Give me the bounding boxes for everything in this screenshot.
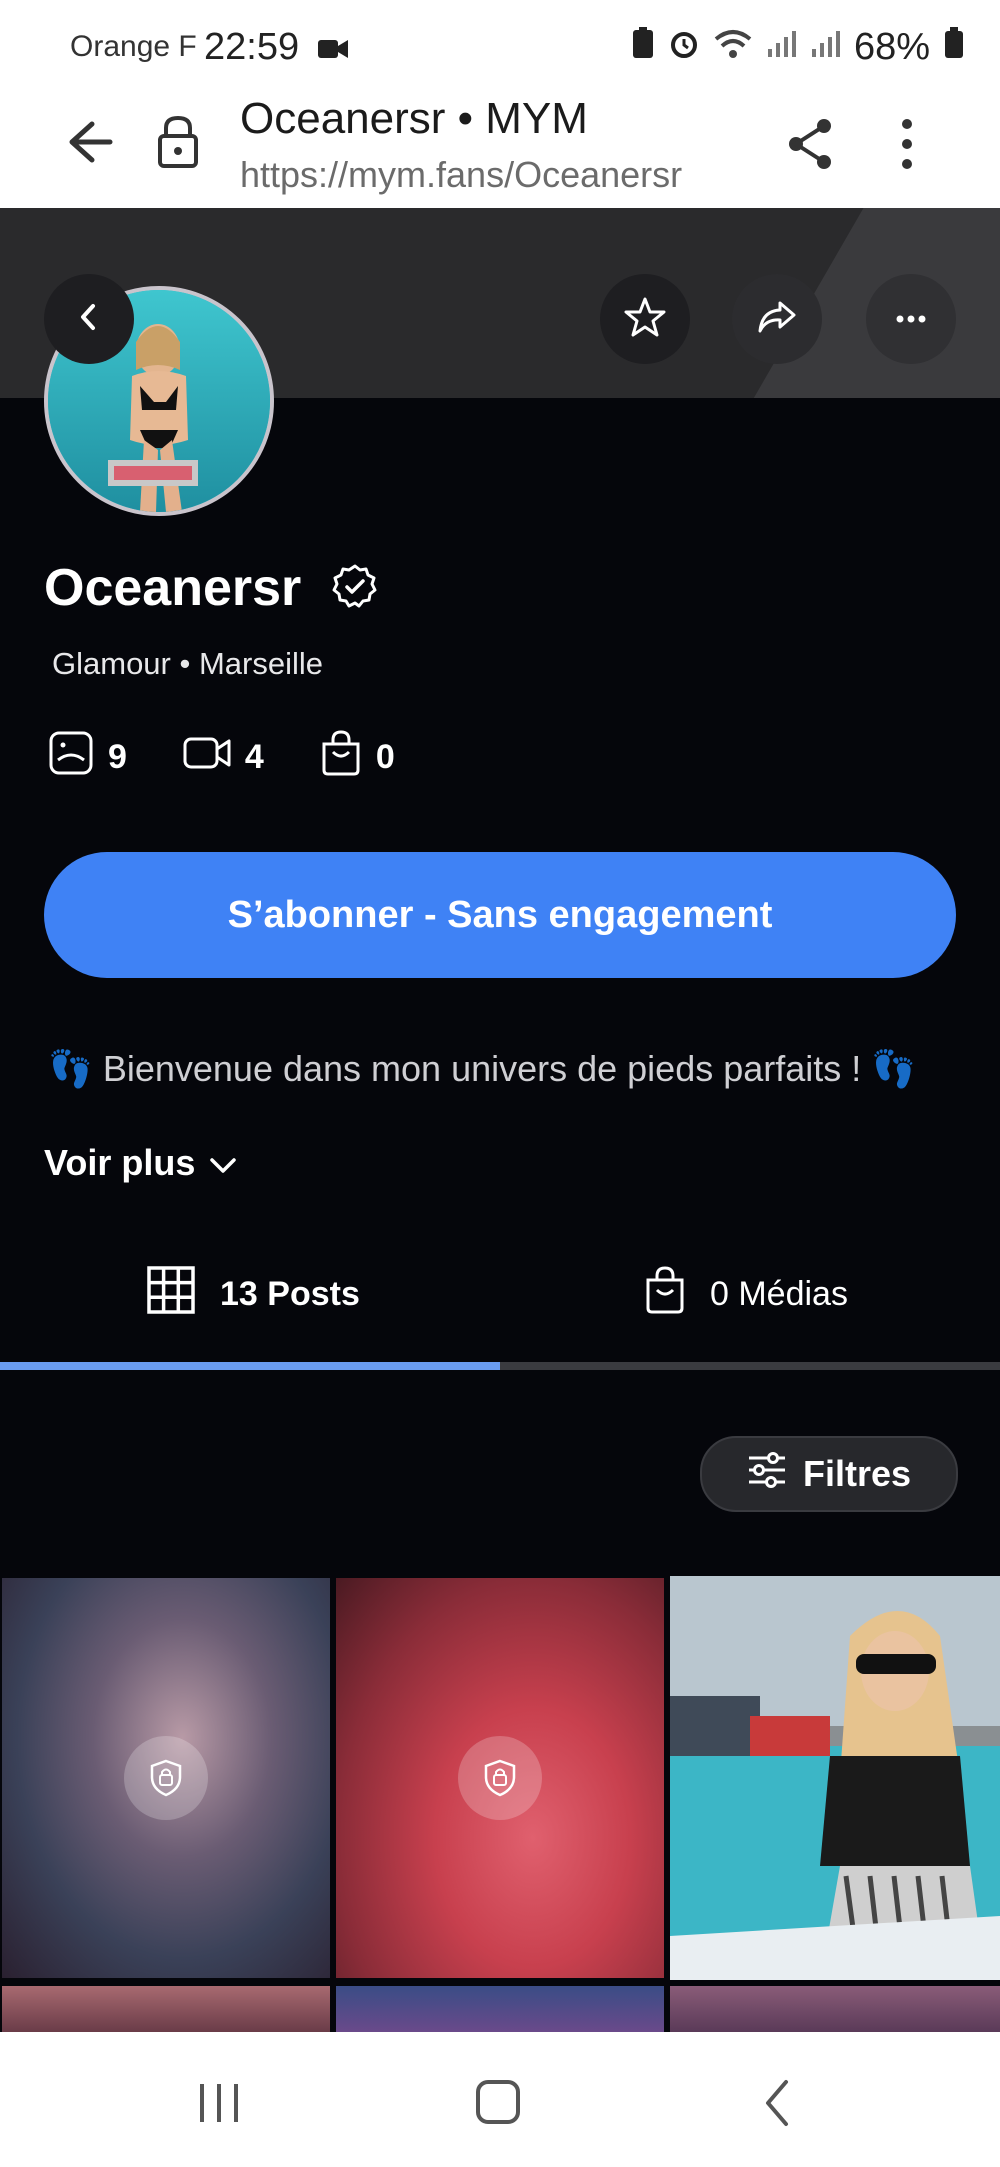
battery-saver-icon [632, 26, 654, 69]
lock-icon[interactable] [156, 114, 200, 175]
share-button[interactable] [732, 274, 822, 364]
tab-media[interactable]: 0 Médias [644, 1230, 848, 1358]
verified-badge-icon [332, 564, 378, 615]
content-tabs: 13 Posts 0 Médias [0, 1230, 1000, 1366]
status-icons: 68% [632, 26, 964, 69]
lock-badge [124, 1736, 208, 1820]
post-thumbnail-locked[interactable] [2, 1986, 330, 2032]
favorite-button[interactable] [600, 274, 690, 364]
profile-name: Oceanersr [44, 559, 302, 617]
chevron-down-icon [209, 1142, 237, 1184]
tab-media-label: 0 Médias [710, 1274, 848, 1313]
recent-apps-icon[interactable] [196, 2080, 242, 2131]
chevron-left-icon [77, 302, 101, 337]
page-title[interactable]: Oceanersr • MYM [240, 94, 588, 144]
photos-stat: 9 [48, 730, 127, 785]
signal-icon-2 [810, 26, 840, 69]
shopping-bag-icon [644, 1265, 686, 1323]
photo-icon [48, 730, 94, 785]
videos-count: 4 [244, 738, 264, 776]
battery-icon [944, 26, 964, 69]
browser-toolbar: Oceanersr • MYM https://mym.fans/Oceaner… [0, 86, 1000, 209]
more-vertical-icon[interactable] [900, 116, 914, 177]
profile-stats: 9 4 0 [48, 730, 451, 785]
profile-category: Glamour • Marseille [52, 646, 323, 681]
status-bar: Orange F 22:59 68% [0, 0, 1000, 86]
subscribe-button[interactable]: S’abonner - Sans engagement [44, 852, 956, 978]
share-icon[interactable] [786, 118, 836, 175]
post-thumbnail-locked[interactable] [670, 1986, 1000, 2032]
clock: 22:59 [204, 26, 300, 68]
video-icon [183, 735, 231, 780]
signal-icon [766, 26, 796, 69]
post-thumbnail-locked[interactable] [336, 1578, 664, 1978]
sliders-icon [747, 1451, 787, 1497]
system-navigation-bar [0, 2032, 1000, 2167]
profile-bio: 👣 Bienvenue dans mon univers de pieds pa… [48, 1048, 917, 1089]
more-options-button[interactable] [866, 274, 956, 364]
videos-stat: 4 [183, 730, 264, 785]
alarm-icon [668, 26, 700, 69]
tab-posts-label: 13 Posts [220, 1274, 360, 1313]
shop-stat: 0 [320, 730, 395, 785]
photos-count: 9 [108, 738, 127, 776]
post-thumbnail[interactable] [670, 1576, 1000, 1980]
carrier-label: Orange F [70, 30, 197, 63]
see-more-label: Voir plus [44, 1142, 196, 1183]
wifi-icon [714, 26, 752, 69]
post-thumbnail-locked[interactable] [2, 1578, 330, 1978]
tab-indicator [0, 1362, 500, 1370]
shop-count: 0 [375, 738, 395, 776]
see-more-button[interactable]: Voir plus [44, 1142, 237, 1184]
back-nav-icon[interactable] [762, 2078, 792, 2133]
filters-button[interactable]: Filtres [700, 1436, 958, 1512]
tab-posts[interactable]: 13 Posts [146, 1230, 360, 1358]
home-icon[interactable] [474, 2078, 522, 2131]
more-horizontal-icon [896, 310, 926, 328]
filters-label: Filtres [802, 1453, 912, 1494]
lock-badge [458, 1736, 542, 1820]
back-button[interactable] [44, 274, 134, 364]
video-recording-icon [318, 38, 348, 65]
post-thumbnail-locked[interactable] [336, 1986, 664, 2032]
grid-icon [146, 1265, 196, 1324]
forward-icon [756, 299, 798, 340]
tab-indicator-track [0, 1362, 1000, 1370]
arrow-left-icon[interactable] [62, 116, 114, 173]
star-icon [624, 296, 666, 343]
url-field[interactable]: https://mym.fans/Oceanersr [240, 154, 682, 196]
shopping-bag-icon [320, 730, 362, 785]
battery-percent: 68% [853, 26, 930, 68]
